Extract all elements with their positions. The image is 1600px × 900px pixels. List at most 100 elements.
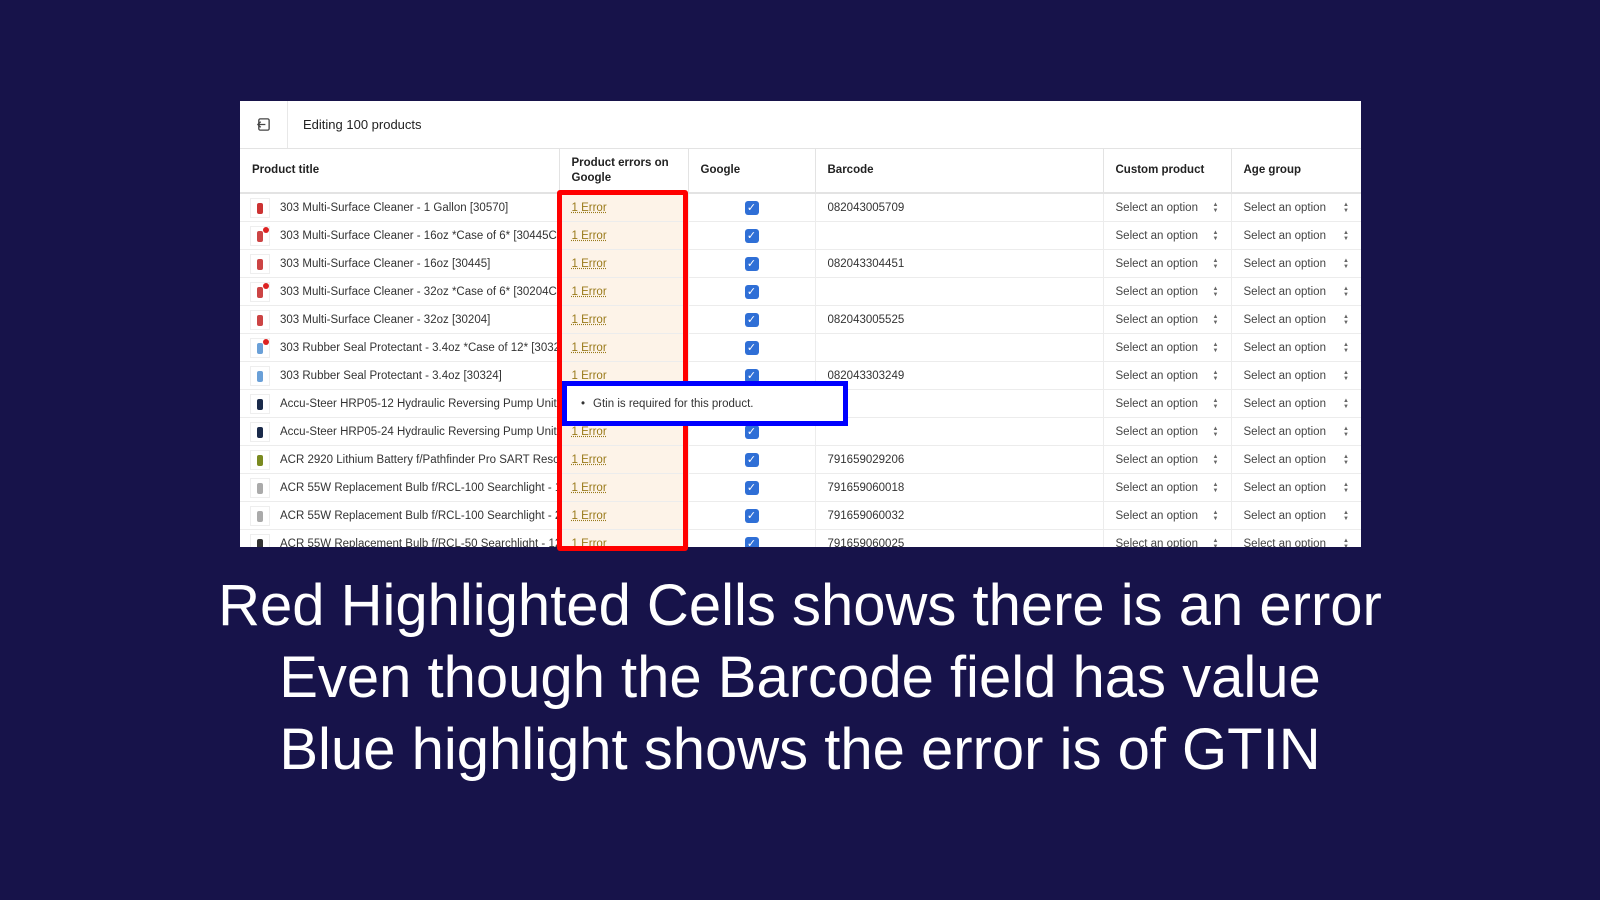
select-value: Select an option [1115,341,1198,354]
barcode-cell[interactable] [815,417,1104,446]
age-group-select[interactable]: Select an option ▲▼ [1231,361,1361,390]
google-checkbox[interactable]: ✓ [744,452,759,467]
product-title-cell[interactable]: 303 Multi-Surface Cleaner - 1 Gallon [30… [240,193,560,222]
barcode-cell[interactable]: 082043303249 [815,361,1104,390]
product-thumbnail-icon [250,533,270,547]
google-checkbox[interactable]: ✓ [744,228,759,243]
product-thumbnail-icon [250,393,270,414]
select-value: Select an option [1243,257,1326,270]
google-checkbox[interactable]: ✓ [744,312,759,327]
select-arrows-icon: ▲▼ [1212,341,1219,354]
custom-product-select[interactable]: Select an option ▲▼ [1103,249,1232,278]
google-checkbox[interactable]: ✓ [744,536,759,547]
select-arrows-icon: ▲▼ [1343,257,1349,270]
product-title-cell[interactable]: Accu-Steer HRP05-12 Hydraulic Reversing … [240,389,560,418]
custom-product-select[interactable]: Select an option ▲▼ [1103,361,1232,390]
google-checkbox[interactable]: ✓ [744,508,759,523]
google-checkbox[interactable]: ✓ [744,200,759,215]
custom-product-select[interactable]: Select an option ▲▼ [1103,473,1232,502]
select-value: Select an option [1243,453,1326,466]
error-tooltip: • Gtin is required for this product. [562,381,848,426]
col-barcode[interactable]: Barcode [815,149,1104,194]
product-title-cell[interactable]: 303 Multi-Surface Cleaner - 32oz [30204] [240,305,560,334]
caption-line-3: Blue highlight shows the error is of GTI… [279,717,1321,782]
caption-line-1: Red Highlighted Cells shows there is an … [218,573,1382,638]
col-product-title[interactable]: Product title [240,149,560,194]
product-title-cell[interactable]: 303 Multi-Surface Cleaner - 32oz *Case o… [240,277,560,306]
google-cell: ✓ [688,445,816,474]
barcode-cell[interactable]: 791659060032 [815,501,1104,530]
select-arrows-icon: ▲▼ [1212,453,1219,466]
product-title-cell[interactable]: ACR 55W Replacement Bulb f/RCL-100 Searc… [240,501,560,530]
age-group-select[interactable]: Select an option ▲▼ [1231,305,1361,334]
custom-product-select[interactable]: Select an option ▲▼ [1103,333,1232,362]
col-custom-product[interactable]: Custom product [1103,149,1232,194]
age-group-select[interactable]: Select an option ▲▼ [1231,221,1361,250]
product-title: 303 Multi-Surface Cleaner - 16oz [30445] [280,257,491,270]
table-row: 303 Rubber Seal Protectant - 3.4oz *Case… [240,333,1361,362]
product-title: Accu-Steer HRP05-24 Hydraulic Reversing … [280,425,557,438]
custom-product-select[interactable]: Select an option ▲▼ [1103,221,1232,250]
barcode-cell[interactable] [815,389,1104,418]
select-value: Select an option [1243,369,1326,382]
age-group-select[interactable]: Select an option ▲▼ [1231,417,1361,446]
custom-product-select[interactable]: Select an option ▲▼ [1103,389,1232,418]
select-value: Select an option [1243,229,1326,242]
custom-product-select[interactable]: Select an option ▲▼ [1103,445,1232,474]
product-title-cell[interactable]: 303 Rubber Seal Protectant - 3.4oz [3032… [240,361,560,390]
select-arrows-icon: ▲▼ [1343,285,1349,298]
products-table: Product title Product errors on Google G… [240,149,1361,547]
select-value: Select an option [1243,201,1326,214]
barcode-cell[interactable]: 082043304451 [815,249,1104,278]
google-checkbox[interactable]: ✓ [744,424,759,439]
age-group-select[interactable]: Select an option ▲▼ [1231,445,1361,474]
google-checkbox[interactable]: ✓ [744,256,759,271]
col-product-errors[interactable]: Product errors on Google [559,149,689,194]
table-row: ACR 55W Replacement Bulb f/RCL-100 Searc… [240,501,1361,530]
google-cell: ✓ [688,249,816,278]
barcode-cell[interactable] [815,333,1104,362]
back-button[interactable] [240,101,288,148]
barcode-cell[interactable]: 791659060018 [815,473,1104,502]
custom-product-select[interactable]: Select an option ▲▼ [1103,277,1232,306]
product-title-cell[interactable]: 303 Multi-Surface Cleaner - 16oz [30445] [240,249,560,278]
product-title: 303 Multi-Surface Cleaner - 32oz *Case o… [280,285,557,298]
product-title: ACR 55W Replacement Bulb f/RCL-100 Searc… [280,509,559,522]
product-title-cell[interactable]: ACR 55W Replacement Bulb f/RCL-100 Searc… [240,473,560,502]
barcode-cell[interactable]: 791659060025 [815,529,1104,547]
product-title-cell[interactable]: ACR 2920 Lithium Battery f/Pathfinder Pr… [240,445,560,474]
barcode-cell[interactable] [815,277,1104,306]
age-group-select[interactable]: Select an option ▲▼ [1231,473,1361,502]
age-group-select[interactable]: Select an option ▲▼ [1231,501,1361,530]
custom-product-select[interactable]: Select an option ▲▼ [1103,529,1232,547]
barcode-cell[interactable] [815,221,1104,250]
custom-product-select[interactable]: Select an option ▲▼ [1103,417,1232,446]
product-title-cell[interactable]: 303 Multi-Surface Cleaner - 16oz *Case o… [240,221,560,250]
barcode-cell[interactable]: 791659029206 [815,445,1104,474]
age-group-select[interactable]: Select an option ▲▼ [1231,249,1361,278]
select-value: Select an option [1243,285,1326,298]
barcode-cell[interactable]: 082043005525 [815,305,1104,334]
age-group-select[interactable]: Select an option ▲▼ [1231,389,1361,418]
age-group-select[interactable]: Select an option ▲▼ [1231,529,1361,547]
col-google[interactable]: Google [688,149,816,194]
google-checkbox[interactable]: ✓ [744,284,759,299]
table-row: ACR 55W Replacement Bulb f/RCL-50 Search… [240,529,1361,547]
age-group-select[interactable]: Select an option ▲▼ [1231,193,1361,222]
select-arrows-icon: ▲▼ [1212,229,1219,242]
google-checkbox[interactable]: ✓ [744,340,759,355]
custom-product-select[interactable]: Select an option ▲▼ [1103,193,1232,222]
google-checkbox[interactable]: ✓ [744,480,759,495]
select-arrows-icon: ▲▼ [1343,453,1349,466]
barcode-cell[interactable]: 082043005709 [815,193,1104,222]
col-age-group[interactable]: Age group [1231,149,1361,194]
product-title-cell[interactable]: ACR 55W Replacement Bulb f/RCL-50 Search… [240,529,560,547]
product-title-cell[interactable]: 303 Rubber Seal Protectant - 3.4oz *Case… [240,333,560,362]
caption: Red Highlighted Cells shows there is an … [0,570,1600,786]
product-title-cell[interactable]: Accu-Steer HRP05-24 Hydraulic Reversing … [240,417,560,446]
custom-product-select[interactable]: Select an option ▲▼ [1103,305,1232,334]
age-group-select[interactable]: Select an option ▲▼ [1231,277,1361,306]
select-arrows-icon: ▲▼ [1343,313,1349,326]
age-group-select[interactable]: Select an option ▲▼ [1231,333,1361,362]
custom-product-select[interactable]: Select an option ▲▼ [1103,501,1232,530]
